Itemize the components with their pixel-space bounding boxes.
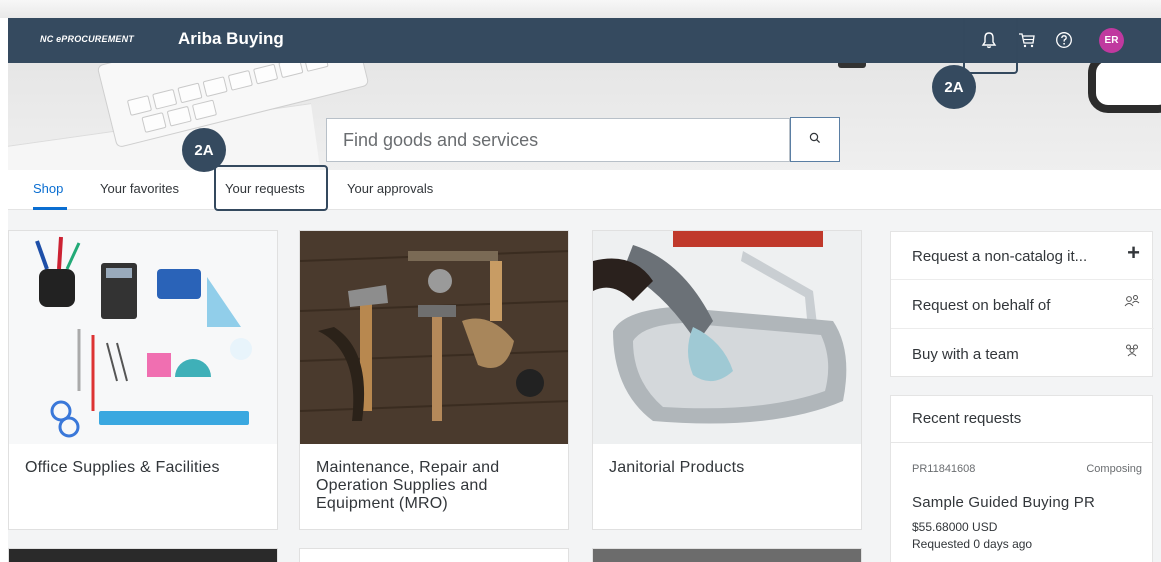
request-age: Requested 0 days ago xyxy=(912,537,1033,551)
tab-bar: Shop Your favorites Your requests Your a… xyxy=(8,170,1161,210)
banner-device-decoration xyxy=(1088,63,1161,113)
recent-requests-card: Recent requests PR11841608 Composing Sam… xyxy=(890,395,1153,562)
action-label: Request a non-catalog it... xyxy=(912,248,1088,265)
brand-subtitle: NC ePROCUREMENT xyxy=(40,34,135,44)
your-requests-highlight xyxy=(214,165,328,211)
notifications-callout-badge: 2A xyxy=(932,65,976,109)
category-label: Office Supplies & Facilities xyxy=(25,459,220,476)
category-card-mro[interactable]: Maintenance, Repair and Operation Suppli… xyxy=(299,230,569,530)
divider xyxy=(891,442,1152,443)
help-icon[interactable] xyxy=(1053,29,1075,51)
notifications-highlight xyxy=(963,18,1018,74)
request-amount: $55.68000 USD xyxy=(912,520,998,534)
office-supplies-image xyxy=(9,231,277,444)
request-id: PR11841608 xyxy=(912,463,976,475)
category-card-janitorial[interactable]: Janitorial Products xyxy=(592,230,862,530)
window-top-edge xyxy=(0,0,1161,18)
search-button[interactable] xyxy=(790,117,840,162)
plus-icon: + xyxy=(1127,240,1140,265)
category-card-next[interactable] xyxy=(8,548,278,562)
user-avatar[interactable]: ER xyxy=(1099,28,1124,53)
active-tab-indicator xyxy=(33,207,67,210)
request-non-catalog-item-action[interactable]: Request a non-catalog it... + xyxy=(891,232,1154,280)
team-icon xyxy=(1124,343,1140,361)
category-card-next[interactable] xyxy=(592,548,862,562)
person-group-icon xyxy=(1124,294,1140,312)
request-status: Composing xyxy=(1086,463,1142,475)
app-frame: NC ePROCUREMENT Ariba Buying ER Find goo… xyxy=(8,18,1161,562)
action-label: Request on behalf of xyxy=(912,297,1051,314)
requests-callout-badge: 2A xyxy=(182,128,226,172)
category-label: Janitorial Products xyxy=(609,459,745,476)
buy-with-team-action[interactable]: Buy with a team xyxy=(891,330,1154,378)
banner-pen-decoration xyxy=(838,63,866,68)
app-title[interactable]: Ariba Buying xyxy=(178,29,284,49)
category-card-office-supplies[interactable]: Office Supplies & Facilities xyxy=(8,230,278,530)
tab-your-favorites[interactable]: Your favorites xyxy=(100,181,179,196)
request-on-behalf-action[interactable]: Request on behalf of xyxy=(891,281,1154,329)
search-icon xyxy=(809,131,821,149)
request-name-link[interactable]: Sample Guided Buying PR xyxy=(912,494,1095,511)
recent-requests-title: Recent requests xyxy=(912,410,1022,427)
search-input[interactable] xyxy=(343,119,783,161)
sink-cleaning-image xyxy=(593,231,861,444)
action-label: Buy with a team xyxy=(912,346,1019,363)
category-card-next[interactable] xyxy=(299,548,569,562)
category-label: Maintenance, Repair and Operation Suppli… xyxy=(316,459,500,512)
search-field[interactable] xyxy=(326,118,790,162)
quick-actions: Request a non-catalog it... + Request on… xyxy=(890,231,1154,378)
cart-icon[interactable] xyxy=(1016,29,1038,51)
tab-shop[interactable]: Shop xyxy=(33,181,63,196)
tab-your-approvals[interactable]: Your approvals xyxy=(347,181,433,196)
tools-image xyxy=(300,231,568,444)
